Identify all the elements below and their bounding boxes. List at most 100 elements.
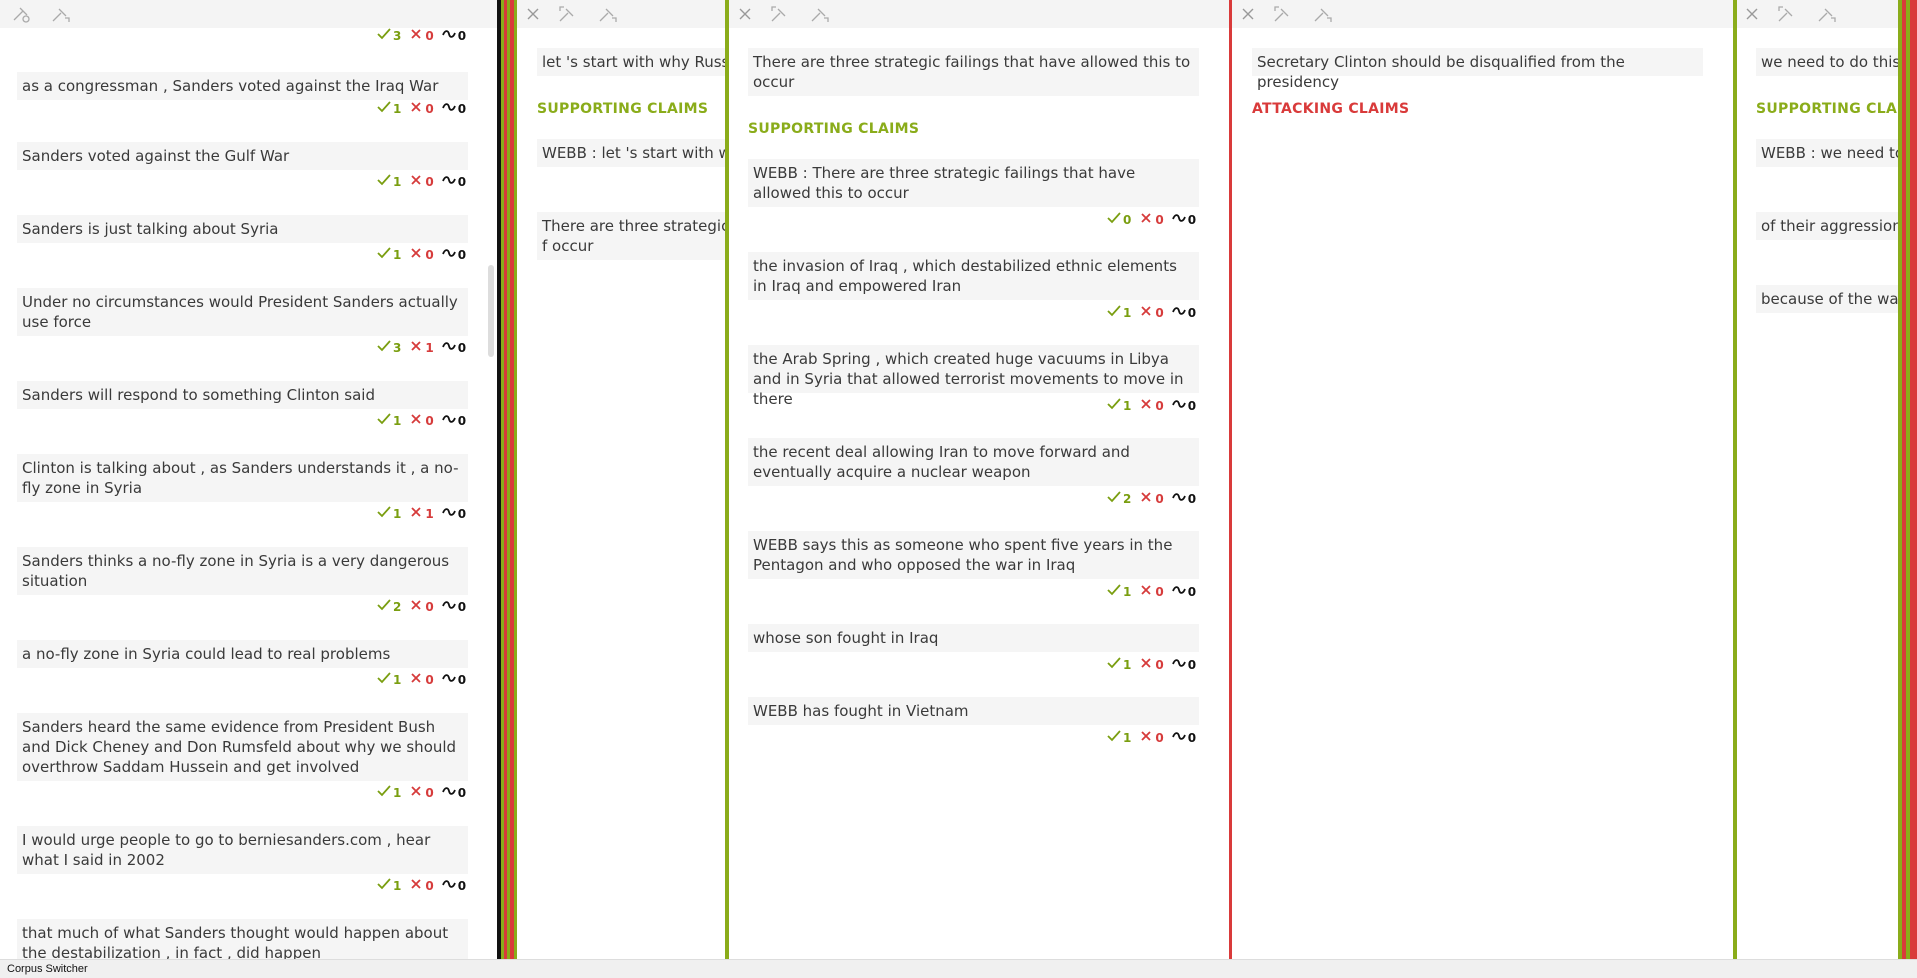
corpus-switcher-bar[interactable]: Corpus Switcher	[0, 959, 1917, 978]
close-icon[interactable]	[524, 4, 542, 24]
agree-count[interactable]: 1	[377, 101, 401, 117]
disagree-count[interactable]: 0	[1139, 584, 1164, 600]
claim-card[interactable]: the invasion of Iraq , which destabilize…	[748, 252, 1199, 300]
agree-count[interactable]: 2	[1107, 491, 1131, 507]
claim-card[interactable]: that much of what Sanders thought would …	[17, 919, 468, 959]
pin-left-icon[interactable]	[769, 4, 791, 24]
disagree-count[interactable]: 0	[1139, 305, 1164, 321]
claim-card[interactable]: Under no circumstances would President S…	[17, 288, 468, 336]
neutral-count[interactable]: 0	[441, 785, 466, 801]
pin-right-icon[interactable]	[597, 4, 619, 24]
claim-card[interactable]: whose son fought in Iraq	[748, 624, 1199, 652]
disagree-count[interactable]: 0	[409, 672, 434, 688]
pin-left-icon[interactable]	[557, 4, 579, 24]
neutral-count[interactable]: 0	[441, 28, 466, 44]
disagree-count[interactable]: 0	[409, 785, 434, 801]
agree-count[interactable]: 0	[1107, 212, 1131, 228]
neutral-count[interactable]: 0	[441, 413, 466, 429]
neutral-count[interactable]: 0	[1171, 730, 1196, 746]
main-claim-card[interactable]: Secretary Clinton should be disqualified…	[1252, 48, 1703, 91]
neutral-count[interactable]: 0	[1171, 584, 1196, 600]
main-claim-card[interactable]: There are three strategic failings that …	[748, 48, 1199, 96]
agree-count[interactable]: 1	[377, 174, 401, 190]
agree-count[interactable]: 1	[1107, 584, 1131, 600]
claims-panel-1: 3 0 0 as a congressman , Sanders voted a…	[0, 0, 497, 959]
disagree-count[interactable]: 1	[409, 506, 434, 522]
agree-count[interactable]: 3	[377, 28, 401, 44]
neutral-count[interactable]: 0	[441, 878, 466, 894]
disagree-count[interactable]: 0	[409, 599, 434, 615]
neutral-count[interactable]: 0	[441, 672, 466, 688]
neutral-count[interactable]: 0	[441, 174, 466, 190]
claim-card[interactable]: WEBB : let 's start with wh	[537, 139, 725, 167]
claim-card[interactable]: Clinton is talking about , as Sanders un…	[17, 454, 468, 502]
disagree-count[interactable]: 1	[409, 340, 434, 356]
claim-card[interactable]: as a congressman , Sanders voted against…	[17, 72, 468, 100]
pin-right-icon[interactable]	[809, 4, 831, 24]
claim-card[interactable]: Sanders is just talking about Syria	[17, 215, 468, 243]
agree-count[interactable]: 1	[1107, 398, 1131, 414]
claim-card[interactable]: the Arab Spring , which created huge vac…	[748, 345, 1199, 408]
neutral-count[interactable]: 0	[441, 340, 466, 356]
main-claim-card[interactable]: let 's start with why Russia	[537, 48, 725, 76]
disagree-count[interactable]: 0	[409, 174, 434, 190]
neutral-count[interactable]: 0	[1171, 491, 1196, 507]
agree-count[interactable]: 2	[377, 599, 401, 615]
disagree-count[interactable]: 0	[1139, 657, 1164, 673]
neutral-count[interactable]: 0	[1171, 398, 1196, 414]
claim-card[interactable]: because of the way	[1756, 285, 1898, 313]
disagree-count[interactable]: 0	[1139, 730, 1164, 746]
pin-right-icon[interactable]	[1312, 4, 1334, 24]
corpus-switcher-label[interactable]: Corpus Switcher	[7, 963, 88, 975]
claim-card[interactable]: There are three strategic f occur	[537, 212, 725, 260]
neutral-count[interactable]: 0	[1171, 305, 1196, 321]
panel-toolbar	[1737, 0, 1898, 28]
neutral-count[interactable]: 0	[441, 506, 466, 522]
scrollbar-thumb[interactable]	[488, 265, 494, 357]
pin-left-icon[interactable]	[1272, 4, 1294, 24]
disagree-count[interactable]: 0	[409, 247, 434, 263]
agree-count[interactable]: 1	[1107, 305, 1131, 321]
pin-right-icon[interactable]	[1816, 4, 1838, 24]
disagree-count[interactable]: 0	[409, 28, 434, 44]
neutral-count[interactable]: 0	[1171, 212, 1196, 228]
claim-card[interactable]: Sanders heard the same evidence from Pre…	[17, 713, 468, 781]
claim-card[interactable]: WEBB : There are three strategic failing…	[748, 159, 1199, 207]
agree-count[interactable]: 1	[377, 785, 401, 801]
claim-card[interactable]: Sanders will respond to something Clinto…	[17, 381, 468, 409]
claim-card[interactable]: Sanders thinks a no-fly zone in Syria is…	[17, 547, 468, 595]
close-icon[interactable]	[1743, 4, 1761, 24]
claim-card[interactable]: the recent deal allowing Iran to move fo…	[748, 438, 1199, 486]
claim-card[interactable]: WEBB : we need to	[1756, 139, 1898, 167]
close-icon[interactable]	[736, 4, 754, 24]
agree-count[interactable]: 1	[1107, 657, 1131, 673]
claim-card[interactable]: WEBB has fought in Vietnam	[748, 697, 1199, 725]
agree-count[interactable]: 1	[377, 672, 401, 688]
claim-card[interactable]: WEBB says this as someone who spent five…	[748, 531, 1199, 579]
unpin-icon[interactable]	[10, 4, 32, 24]
disagree-count[interactable]: 0	[1139, 398, 1164, 414]
close-icon[interactable]	[1239, 4, 1257, 24]
agree-count[interactable]: 1	[1107, 730, 1131, 746]
agree-count[interactable]: 1	[377, 506, 401, 522]
main-claim-card[interactable]: we need to do this	[1756, 48, 1898, 76]
disagree-count[interactable]: 0	[1139, 491, 1164, 507]
disagree-count[interactable]: 0	[409, 413, 434, 429]
claim-card[interactable]: I would urge people to go to berniesande…	[17, 826, 468, 874]
disagree-count[interactable]: 0	[1139, 212, 1164, 228]
disagree-count[interactable]: 0	[409, 878, 434, 894]
claim-card[interactable]: a no-fly zone in Syria could lead to rea…	[17, 640, 468, 668]
claim-card[interactable]: Sanders voted against the Gulf War	[17, 142, 468, 170]
agree-count[interactable]: 1	[377, 413, 401, 429]
disagree-count[interactable]: 0	[409, 101, 434, 117]
pin-left-icon[interactable]	[1776, 4, 1798, 24]
claim-card[interactable]: of their aggression	[1756, 212, 1898, 240]
neutral-count[interactable]: 0	[1171, 657, 1196, 673]
neutral-count[interactable]: 0	[441, 599, 466, 615]
neutral-count[interactable]: 0	[441, 247, 466, 263]
agree-count[interactable]: 1	[377, 878, 401, 894]
neutral-count[interactable]: 0	[441, 101, 466, 117]
pin-icon[interactable]	[50, 4, 72, 24]
agree-count[interactable]: 1	[377, 247, 401, 263]
agree-count[interactable]: 3	[377, 340, 401, 356]
